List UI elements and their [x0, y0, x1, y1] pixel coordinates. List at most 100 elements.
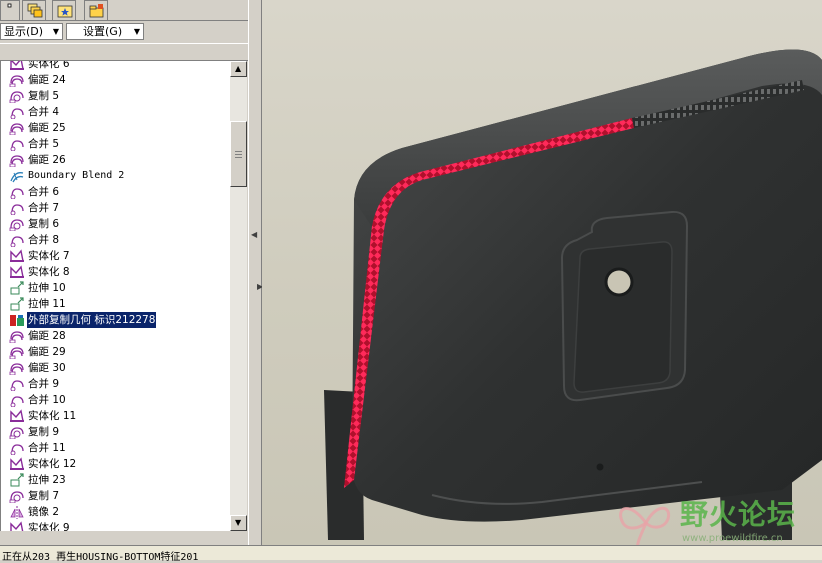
tree-item[interactable]: 实体化 8 — [1, 264, 230, 280]
tree-item-label: 实体化 8 — [28, 266, 70, 278]
tree-item-label: Boundary Blend 2 — [28, 170, 125, 181]
chevron-down-icon: ▼ — [52, 27, 59, 36]
settings-dropdown-label: 设置(G) — [83, 25, 123, 38]
watermark: 野火论坛 www.proewildfire.cn — [612, 493, 822, 551]
tree-item[interactable]: 拉伸 10 — [1, 280, 230, 296]
collapse-left-icon[interactable]: ◀ — [251, 230, 257, 239]
merge-icon — [10, 140, 24, 151]
screw-hole — [596, 463, 604, 471]
tree-item[interactable]: 偏距 26 — [1, 152, 230, 168]
tree-item[interactable]: 合并 6 — [1, 184, 230, 200]
model-tree-panel: 显示(D) ▼ 设置(G) ▼ 实体化 6 偏距 24 复制 5 合并 4 偏距 25 合… — [0, 0, 248, 545]
tab-layers[interactable] — [22, 0, 46, 20]
tree-item[interactable]: Boundary Blend 2 — [1, 168, 230, 184]
tree-item[interactable]: 实体化 9 — [1, 520, 230, 531]
tree-item[interactable]: 实体化 12 — [1, 456, 230, 472]
tree-item[interactable]: 偏距 25 — [1, 120, 230, 136]
solidify-icon — [10, 61, 24, 70]
folder-icon — [89, 4, 104, 18]
tree-item-label: 实体化 7 — [28, 250, 70, 262]
tree-item[interactable]: 复制 5 — [1, 88, 230, 104]
tab-folder-browser[interactable] — [84, 0, 108, 20]
copy-icon — [9, 91, 24, 103]
copy-icon — [9, 219, 24, 231]
watermark-title: 野火论坛 — [680, 498, 797, 531]
tab-favorites[interactable] — [52, 0, 76, 20]
tree-item[interactable]: 拉伸 11 — [1, 296, 230, 312]
tree-item[interactable]: 偏距 30 — [1, 360, 230, 376]
tree-item-label: 合并 10 — [28, 394, 66, 406]
solidify-icon — [10, 265, 24, 278]
tree-item-label: 拉伸 23 — [28, 474, 66, 486]
star-folder-icon — [57, 5, 73, 18]
mount-hole — [604, 267, 634, 297]
tree-item[interactable]: 复制 9 — [1, 424, 230, 440]
tree-item[interactable]: 实体化 7 — [1, 248, 230, 264]
tree-item[interactable]: 拉伸 23 — [1, 472, 230, 488]
tree-item-label: 实体化 12 — [28, 458, 77, 470]
tree-item[interactable]: 合并 9 — [1, 376, 230, 392]
tree-item[interactable]: 偏距 29 — [1, 344, 230, 360]
extrude-icon — [10, 473, 24, 487]
tree-item-label: 偏距 29 — [28, 346, 66, 358]
tree-item-label: 合并 5 — [28, 138, 60, 150]
tree-header — [0, 43, 248, 61]
display-dropdown[interactable]: 显示(D) ▼ — [0, 23, 63, 40]
extrude-icon — [10, 281, 24, 295]
status-message: 正在从203 再生HOUSING-BOTTOM特征201 — [2, 552, 199, 563]
tree-item[interactable]: 合并 7 — [1, 200, 230, 216]
tree-item-label: 拉伸 11 — [28, 298, 66, 310]
tree-item-label: 偏距 24 — [28, 74, 66, 86]
tree-item-label: 实体化 6 — [28, 61, 70, 70]
offset-icon — [9, 123, 24, 135]
tree-item[interactable]: 合并 4 — [1, 104, 230, 120]
tree-item-label: 偏距 25 — [28, 122, 66, 134]
tree-item-label: 复制 6 — [28, 218, 60, 230]
tree-item-label: 合并 11 — [28, 442, 66, 454]
tree-item[interactable]: 实体化 11 — [1, 408, 230, 424]
tree-item-label: 合并 6 — [28, 186, 60, 198]
tree-item[interactable]: 合并 5 — [1, 136, 230, 152]
merge-icon — [10, 188, 24, 199]
boundary-blend-icon — [10, 172, 24, 183]
extrude-icon — [10, 297, 24, 311]
solidify-icon — [10, 249, 24, 262]
tree-item-label: 合并 8 — [28, 234, 60, 246]
display-dropdown-label: 显示(D) — [4, 25, 44, 38]
tree-scrollbar[interactable]: ▲ ▼ — [230, 61, 247, 531]
model-tree: 实体化 6 偏距 24 复制 5 合并 4 偏距 25 合并 5 偏距 26 Boundary… — [0, 61, 230, 531]
solidify-icon — [10, 457, 24, 470]
navigator-tabs — [0, 0, 248, 21]
scroll-down-button[interactable]: ▼ — [230, 515, 247, 531]
tree-item[interactable]: 合并 11 — [1, 440, 230, 456]
graphics-viewport[interactable] — [262, 0, 822, 545]
tree-item[interactable]: 镜像 2 — [1, 504, 230, 520]
recessed-panel-inner — [573, 241, 673, 393]
panel-splitter[interactable]: ◀ ▶ — [248, 0, 263, 545]
layers-icon — [27, 3, 43, 18]
status-bar: 正在从203 再生HOUSING-BOTTOM特征201 — [0, 545, 822, 563]
settings-dropdown[interactable]: 设置(G) ▼ — [66, 23, 144, 40]
tree-item[interactable]: 合并 8 — [1, 232, 230, 248]
tree-toolbar: 显示(D) ▼ 设置(G) ▼ — [0, 21, 248, 43]
tree-item[interactable]: 合并 10 — [1, 392, 230, 408]
tree-item[interactable]: 复制 7 — [1, 488, 230, 504]
housing-bottom-model[interactable] — [262, 0, 822, 545]
tree-item[interactable]: 偏距 28 — [1, 328, 230, 344]
tab-tree[interactable] — [0, 0, 20, 20]
tree-item[interactable]: 外部复制几何 标识212278 — [1, 312, 230, 328]
tree-item[interactable]: 实体化 6 — [1, 61, 230, 72]
offset-icon — [9, 331, 24, 343]
merge-icon — [10, 444, 24, 455]
copy-icon — [9, 427, 24, 439]
tree-item[interactable]: 偏距 24 — [1, 72, 230, 88]
offset-icon — [9, 363, 24, 375]
scroll-up-button[interactable]: ▲ — [230, 61, 247, 77]
scroll-thumb[interactable] — [230, 121, 247, 187]
tree-item[interactable]: 复制 6 — [1, 216, 230, 232]
tree-item-label: 合并 4 — [28, 106, 60, 118]
tree-item-label: 合并 7 — [28, 202, 60, 214]
offset-icon — [9, 75, 24, 87]
tree-icon — [7, 3, 12, 8]
tree-item-label: 合并 9 — [28, 378, 60, 390]
